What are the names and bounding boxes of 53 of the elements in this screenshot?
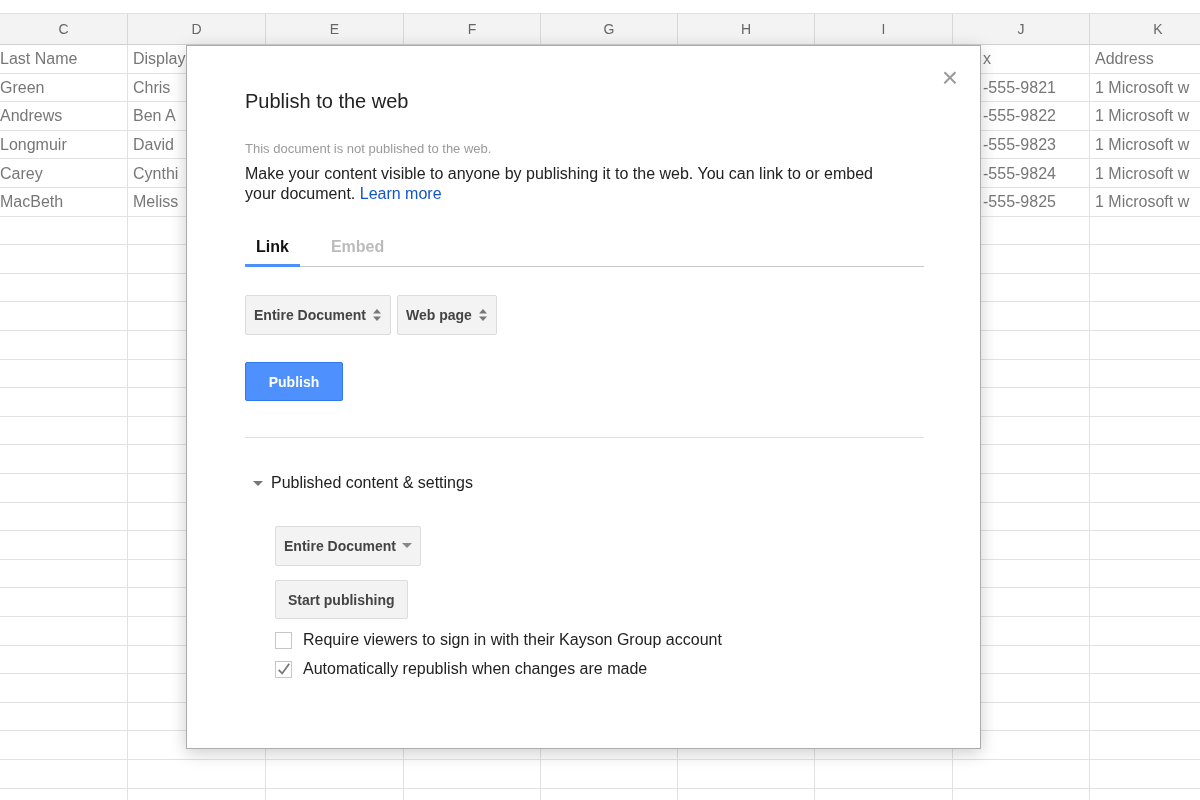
description-text: Make your content visible to anyone by publishing it to the web. You can link to or embed your document. Learn more (245, 164, 874, 204)
column-header[interactable]: D (128, 13, 266, 45)
table-cell: Ben A (133, 107, 176, 126)
table-cell: Andrews (0, 107, 63, 126)
table-cell: -555-9823 (983, 136, 1056, 155)
table-cell: 1 Microsoft w (1095, 164, 1190, 183)
learn-more-link[interactable]: Learn more (359, 185, 442, 202)
table-cell: Address (1095, 50, 1154, 69)
tab[interactable]: Link (245, 238, 300, 267)
table-cell: Meliss (133, 193, 179, 212)
caret-icon (402, 543, 412, 549)
table-cell: Last Name (0, 50, 78, 69)
table-cell: x (983, 50, 991, 69)
column-header[interactable]: E (266, 13, 404, 45)
table-cell: -555-9821 (983, 78, 1056, 97)
dropdown[interactable]: Entire Document (275, 526, 421, 566)
column-header[interactable]: K (1090, 13, 1200, 45)
table-cell: -555-9824 (983, 164, 1056, 183)
column-header[interactable]: C (0, 13, 128, 45)
dropdown[interactable]: Web page (397, 295, 497, 335)
table-cell: Cynthi (133, 164, 179, 183)
checkbox-label: Automatically republish when changes are made (303, 660, 648, 678)
triangle-icon (253, 478, 263, 488)
close-button[interactable]: × (941, 64, 958, 92)
checkbox[interactable] (275, 660, 292, 678)
column-header[interactable]: F (404, 13, 541, 45)
table-cell: David (133, 136, 174, 155)
sort-arrows-icon (477, 308, 488, 322)
column-header[interactable]: J (953, 13, 1090, 45)
column-header[interactable]: I (815, 13, 953, 45)
checkbox-label: Require viewers to sign in with their Kayson Group account (303, 631, 722, 649)
status-text: This document is not published to the web. (245, 141, 493, 156)
table-cell: 1 Microsoft w (1095, 107, 1190, 126)
table-cell: 1 Microsoft w (1095, 78, 1190, 97)
table-cell: Display (133, 50, 186, 69)
column-header[interactable]: H (678, 13, 815, 45)
column-header[interactable]: G (541, 13, 678, 45)
publish-button[interactable]: Publish (245, 362, 343, 401)
section-toggle[interactable]: Published content & settings (253, 474, 473, 492)
dialog-title: Publish to the web (245, 90, 410, 113)
table-cell: Longmuir (0, 136, 67, 155)
table-cell: MacBeth (0, 193, 64, 212)
table-cell: Carey (0, 164, 43, 183)
table-cell: Chris (133, 78, 171, 97)
table-cell: Green (0, 78, 45, 97)
checkbox[interactable] (275, 631, 292, 649)
dropdown[interactable]: Entire Document (245, 295, 391, 335)
table-cell: 1 Microsoft w (1095, 193, 1190, 212)
start-publishing-button[interactable]: Start publishing (275, 580, 408, 619)
table-cell: 1 Microsoft w (1095, 136, 1190, 155)
table-cell: -555-9825 (983, 193, 1056, 212)
sort-arrows-icon (372, 308, 382, 322)
table-cell: -555-9822 (983, 107, 1056, 126)
